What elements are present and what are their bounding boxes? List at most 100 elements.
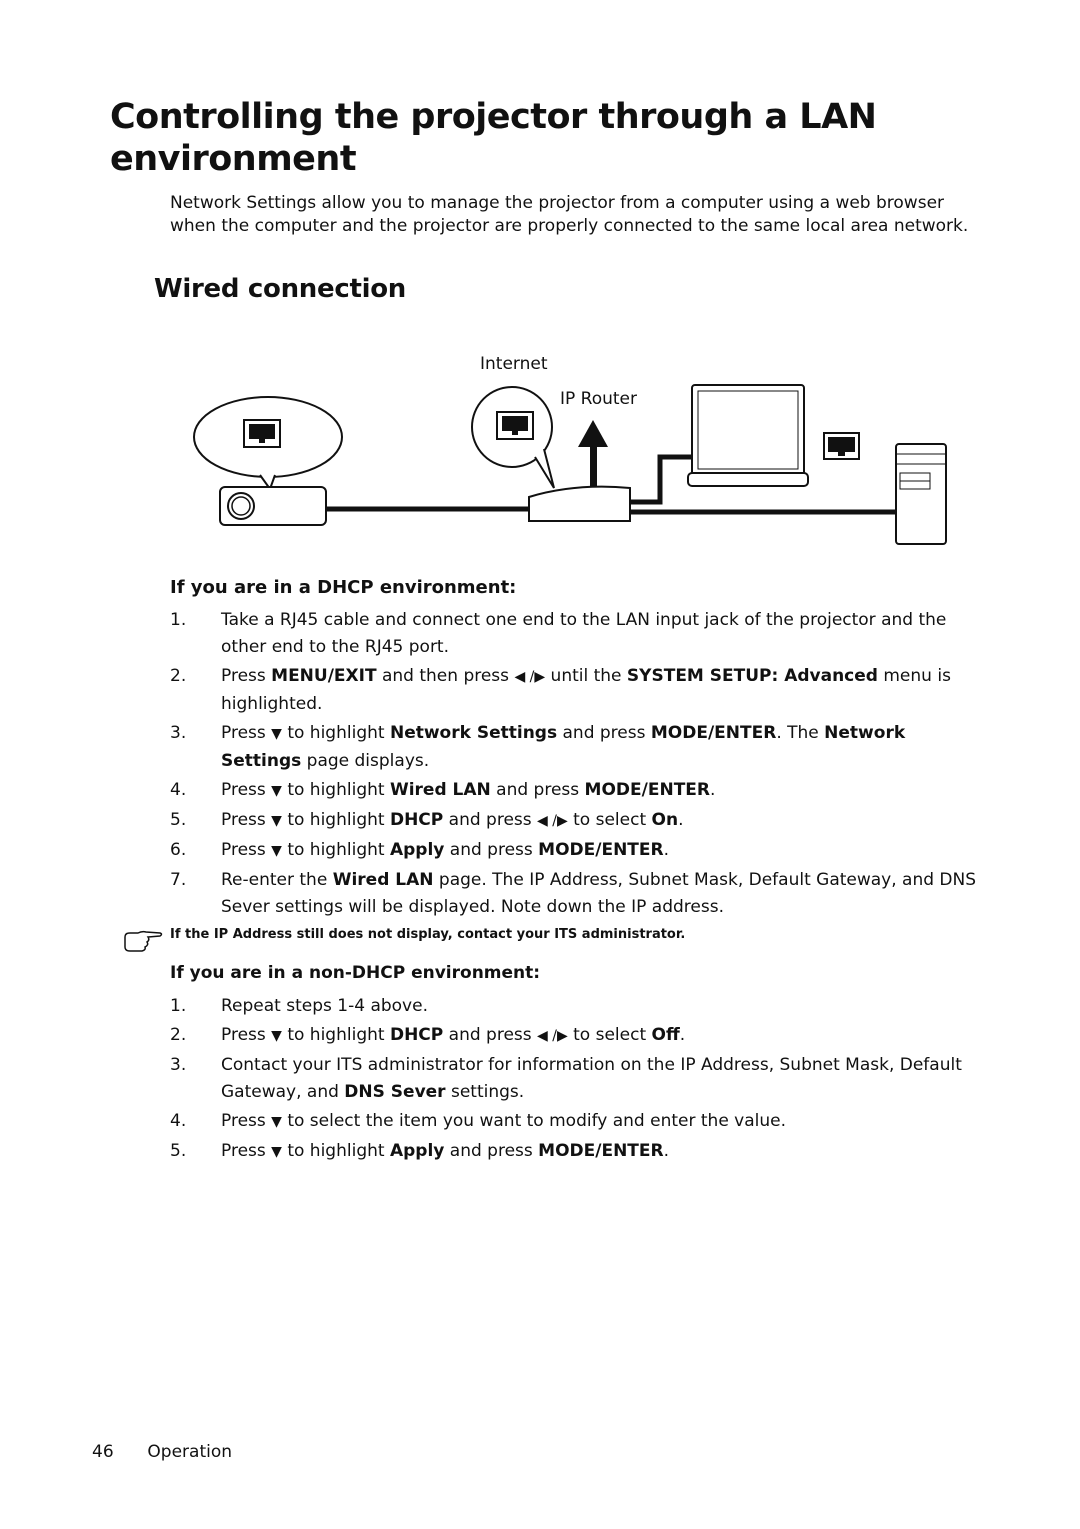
step-text: and then press [376, 666, 515, 686]
page-number: 46 [92, 1442, 114, 1462]
non-dhcp-heading: If you are in a non-DHCP environment: [170, 963, 541, 983]
step-number: 5. [170, 1141, 187, 1161]
arrow-key-icon: ▼ [271, 726, 282, 742]
step-text: and press [490, 780, 585, 800]
step-text: . [663, 1141, 670, 1161]
bold-term: On [651, 810, 679, 830]
arrow-key-icon: ▼ [271, 843, 282, 859]
list-item: 4. Press ▼ to select the item you want to… [170, 1108, 980, 1136]
step-text: and press [444, 840, 539, 860]
list-item: 6. Press ▼ to highlight Apply and press M… [170, 837, 980, 865]
step-number: 6. [170, 840, 187, 860]
step-text: and press [443, 1025, 538, 1045]
arrow-key-icon: ◀ /▶ [514, 669, 546, 685]
step-text: to highlight [281, 723, 390, 743]
arrow-key-icon: ▼ [271, 1028, 282, 1044]
step-text: Repeat steps 1-4 above. [221, 996, 428, 1016]
step-text: Press [221, 780, 272, 800]
list-item: 3. Press ▼ to highlight Network Settings … [170, 720, 980, 775]
step-text: . [678, 810, 684, 830]
step-number: 2. [170, 666, 187, 686]
arrow-key-icon: ◀ /▶ [537, 813, 568, 829]
bold-term: MODE/ENTER [584, 780, 710, 800]
list-item: 3. Contact your ITS administrator for inf… [170, 1052, 980, 1106]
bold-term: MODE/ENTER [538, 1141, 664, 1161]
step-text: Press [221, 810, 272, 830]
step-number: 3. [170, 723, 187, 743]
step-text: and press [444, 1141, 539, 1161]
step-text: . [663, 840, 670, 860]
step-text: Press [221, 1141, 272, 1161]
step-text: to select [567, 810, 652, 830]
network-diagram: Internet IP Router [180, 345, 960, 555]
section-heading: Wired connection [154, 274, 406, 304]
bold-term: SYSTEM SETUP: Advanced [626, 666, 878, 686]
lan-cable [630, 454, 692, 505]
bold-term: MODE/ENTER [650, 723, 777, 743]
dhcp-steps-list: 1. Take a RJ45 cable and connect one end … [170, 607, 980, 923]
step-text: Press [221, 1025, 272, 1045]
ip-router-icon [528, 485, 631, 522]
laptop-icon [687, 384, 809, 487]
list-item: 2. Press ▼ to highlight DHCP and press ◀ … [170, 1022, 980, 1050]
step-text: to select [567, 1025, 652, 1045]
dhcp-heading: If you are in a DHCP environment: [170, 577, 517, 598]
page-title: Controlling the projector through a LAN … [110, 97, 877, 179]
step-text: to highlight [281, 780, 390, 800]
bold-term: MENU/EXIT [271, 666, 377, 686]
note-text: If the IP Address still does not display… [170, 927, 686, 942]
desktop-pc-icon [895, 443, 947, 545]
list-item: 1. Repeat steps 1-4 above. [170, 993, 980, 1020]
step-text: to highlight [281, 1141, 390, 1161]
bold-term: MODE/ENTER [538, 840, 664, 860]
step-number: 1. [170, 610, 187, 630]
bold-term: Apply [389, 1141, 445, 1161]
step-number: 4. [170, 1111, 187, 1131]
list-item: 5. Press ▼ to highlight DHCP and press ◀ … [170, 807, 980, 835]
bold-term: Network Settings [389, 723, 558, 743]
router-label: IP Router [560, 389, 637, 409]
step-text: Take a RJ45 cable and connect one end to… [221, 610, 947, 657]
bold-term: Off [651, 1025, 680, 1045]
intro-paragraph: Network Settings allow you to manage the… [170, 193, 969, 236]
step-number: 5. [170, 810, 187, 830]
bold-term: Wired LAN [332, 870, 434, 890]
step-text: Press [221, 723, 272, 743]
step-text: to highlight [281, 840, 390, 860]
router-port-callout [471, 386, 555, 489]
projector-port-callout [193, 396, 343, 492]
internet-arrow-icon [578, 420, 608, 490]
projector-icon [219, 486, 327, 526]
step-text: settings. [445, 1082, 525, 1102]
step-text: to highlight [281, 1025, 390, 1045]
arrow-key-icon: ▼ [271, 1114, 282, 1130]
arrow-key-icon: ▼ [271, 1144, 282, 1160]
bold-term: DHCP [389, 810, 444, 830]
step-text: Press [221, 666, 272, 686]
step-text: . [710, 780, 716, 800]
step-text: Re-enter the [221, 870, 333, 890]
bold-term: Apply [389, 840, 445, 860]
bold-term: DHCP [389, 1025, 444, 1045]
step-text: until the [545, 666, 627, 686]
step-number: 4. [170, 780, 187, 800]
list-item: 4. Press ▼ to highlight Wired LAN and pre… [170, 777, 980, 805]
non-dhcp-steps-list: 1. Repeat steps 1-4 above. 2. Press ▼ to hi… [170, 993, 980, 1168]
step-text: to select the item you want to modify an… [281, 1111, 787, 1131]
internet-label: Internet [480, 354, 548, 374]
step-text: and press [443, 810, 538, 830]
step-text: Press [221, 840, 272, 860]
step-text: Contact your ITS administrator for infor… [221, 1055, 962, 1102]
arrow-key-icon: ◀ /▶ [537, 1028, 568, 1044]
step-text: . [679, 1025, 686, 1045]
arrow-key-icon: ▼ [271, 783, 282, 799]
bold-term: DNS Sever [344, 1082, 446, 1102]
step-text: page displays. [301, 751, 430, 771]
bold-term: Wired LAN [389, 780, 491, 800]
list-item: 7. Re-enter the Wired LAN page. The IP Ad… [170, 867, 980, 921]
step-number: 7. [170, 870, 187, 890]
step-text: . The [776, 723, 825, 743]
step-text: Press [221, 1111, 272, 1131]
computer-port-icon [823, 432, 860, 460]
pointing-hand-icon [124, 930, 163, 952]
